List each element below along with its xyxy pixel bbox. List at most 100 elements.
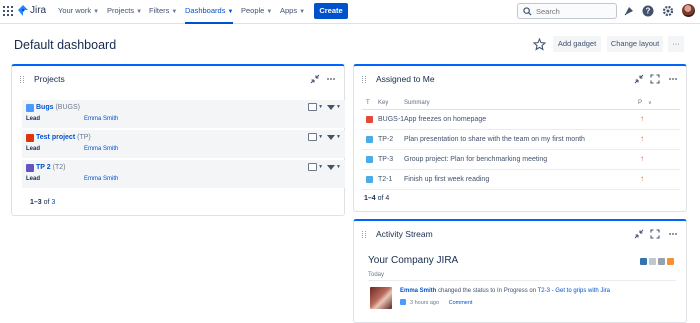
issue-key-link[interactable]: T2-1 (378, 176, 392, 183)
page-title: Default dashboard (14, 38, 117, 52)
project-tools: ▼ ▼ (305, 133, 341, 141)
more-options-icon[interactable] (668, 229, 678, 239)
more-options-icon[interactable] (326, 74, 336, 84)
jira-logo[interactable]: Jira (18, 5, 46, 16)
issue-summary-link[interactable]: Group project: Plan for benchmarking mee… (404, 156, 547, 163)
create-button[interactable]: Create (314, 3, 348, 19)
table-header: T Key Summary P ∨ (362, 98, 680, 110)
issue-key-link[interactable]: TP-3 (378, 156, 393, 163)
minimize-icon[interactable] (634, 229, 644, 239)
nav-apps[interactable]: Apps ▼ (280, 0, 305, 24)
column-summary[interactable]: Summary (404, 100, 430, 106)
settings-icon[interactable] (662, 5, 674, 17)
issue-summary-link[interactable]: Plan presentation to share with the team… (404, 136, 585, 143)
project-name: Test project (36, 134, 76, 141)
table-row[interactable]: T2-1 Finish up first week reading ↑ (362, 170, 680, 190)
rss-feed-icon[interactable] (667, 258, 674, 265)
nav-dashboards[interactable]: Dashboards ▼ (185, 0, 234, 24)
profile-avatar[interactable] (682, 4, 695, 17)
lead-user-link[interactable]: Emma Smith (84, 146, 118, 152)
project-row-test-project: Test project (TP) Lead Emma Smith ▼ ▼ (22, 130, 345, 158)
task-icon (400, 299, 406, 305)
change-layout-button[interactable]: Change layout (607, 36, 663, 52)
chevron-down-icon[interactable]: ▼ (318, 134, 323, 140)
lead-user-link[interactable]: Emma Smith (84, 116, 118, 122)
nav-dashboards-label: Dashboards (185, 6, 226, 15)
maximize-icon[interactable] (650, 229, 660, 239)
issue-key-link[interactable]: BUGS-1 (378, 116, 404, 123)
chevron-down-icon: ▼ (136, 9, 143, 15)
date-group-label: Today (368, 272, 385, 278)
activity-user-link[interactable]: Emma Smith (400, 288, 436, 294)
jira-logo-icon (18, 5, 28, 16)
nav-filters[interactable]: Filters ▼ (149, 0, 177, 24)
chevron-down-icon[interactable]: ▼ (336, 134, 341, 140)
project-name-link[interactable]: Test project (TP) (36, 134, 91, 141)
add-gadget-button[interactable]: Add gadget (553, 36, 601, 52)
nav-your-work[interactable]: Your work ▼ (58, 0, 99, 24)
column-type[interactable]: T (366, 100, 370, 106)
search-input[interactable] (536, 6, 616, 16)
minimize-icon[interactable] (310, 74, 320, 84)
filter-list-icon[interactable] (640, 258, 647, 265)
project-row-bugs: Bugs (BUGS) Lead Emma Smith ▼ ▼ (22, 100, 345, 128)
maximize-icon[interactable] (650, 74, 660, 84)
issue-summary-link[interactable]: App freezes on homepage (404, 116, 486, 123)
lead-user-link[interactable]: Emma Smith (84, 176, 118, 182)
activity-issue-link[interactable]: T2-3 - Get to grips with Jira (538, 288, 610, 294)
filter-icon[interactable] (327, 134, 336, 140)
reports-icon[interactable] (308, 133, 318, 141)
nav-projects[interactable]: Projects ▼ (107, 0, 142, 24)
gadget-title: Projects (34, 74, 65, 84)
more-options-icon[interactable] (668, 74, 678, 84)
chevron-down-icon[interactable]: ▼ (318, 164, 323, 170)
issue-key-link[interactable]: TP-2 (378, 136, 393, 143)
more-button[interactable]: ··· (668, 36, 684, 52)
chevron-down-icon[interactable]: ∨ (648, 100, 652, 106)
filter-icon[interactable] (327, 164, 336, 170)
column-priority[interactable]: P (638, 100, 642, 106)
task-icon (366, 156, 373, 163)
chevron-down-icon[interactable]: ▼ (336, 104, 341, 110)
settings-icon[interactable] (658, 258, 665, 265)
user-avatar[interactable] (370, 287, 392, 309)
gadget-header: Activity Stream (354, 221, 686, 247)
chevron-down-icon: ▼ (299, 9, 306, 15)
lead-label: Lead (26, 116, 41, 122)
activity-entry-text: Emma Smith changed the status to In Prog… (400, 288, 610, 294)
reports-icon[interactable] (308, 163, 318, 171)
task-icon (366, 136, 373, 143)
chevron-down-icon[interactable]: ▼ (318, 104, 323, 110)
star-icon[interactable] (533, 38, 546, 51)
table-row[interactable]: TP-3 Group project: Plan for benchmarkin… (362, 150, 680, 170)
chevron-down-icon[interactable]: ▼ (336, 164, 341, 170)
minimize-icon[interactable] (634, 74, 644, 84)
drag-handle-icon[interactable] (362, 231, 366, 238)
top-navigation: Jira Your work ▼ Projects ▼ Filters ▼ Dashb… (0, 0, 700, 24)
column-key[interactable]: Key (378, 100, 388, 106)
table-row[interactable]: TP-2 Plan presentation to share with the… (362, 130, 680, 150)
help-icon[interactable]: ? (642, 5, 654, 17)
comment-link[interactable]: Comment (449, 300, 473, 306)
search-icon (523, 6, 532, 16)
app-switcher-icon[interactable] (3, 6, 13, 16)
search-box[interactable] (517, 3, 617, 19)
project-name: TP 2 (36, 164, 51, 171)
lead-label: Lead (26, 176, 41, 182)
filter-icon[interactable] (327, 104, 336, 110)
project-avatar-icon (26, 164, 34, 172)
project-name-link[interactable]: Bugs (BUGS) (36, 104, 80, 111)
bug-icon (366, 116, 373, 123)
reports-icon[interactable] (308, 103, 318, 111)
pager-range: 1–3 (30, 199, 42, 206)
issue-summary-link[interactable]: Finish up first week reading (404, 176, 489, 183)
nav-people[interactable]: People ▼ (241, 0, 272, 24)
refresh-icon[interactable] (649, 258, 656, 265)
project-name-link[interactable]: TP 2 (T2) (36, 164, 65, 171)
gadget-title: Assigned to Me (376, 74, 435, 84)
notifications-icon[interactable] (623, 5, 635, 17)
pager-total-link[interactable]: 3 (51, 199, 55, 206)
table-row[interactable]: BUGS-1 App freezes on homepage ↑ (362, 110, 680, 130)
drag-handle-icon[interactable] (20, 76, 24, 83)
drag-handle-icon[interactable] (362, 76, 366, 83)
